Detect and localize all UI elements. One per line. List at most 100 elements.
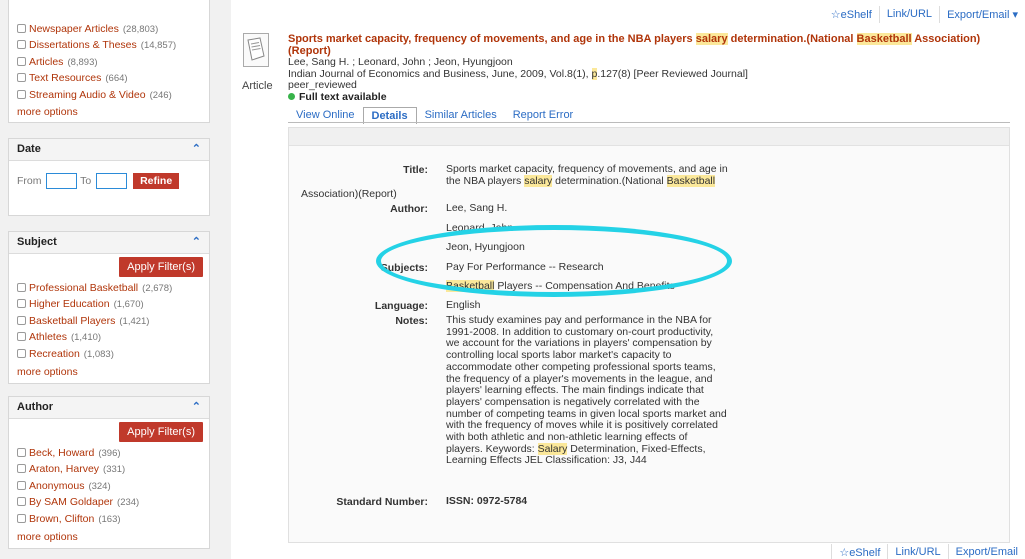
checkbox[interactable] <box>17 40 26 50</box>
subject-link[interactable]: Basketball Players -- Compensation And B… <box>446 280 675 293</box>
subject-more-options[interactable]: more options <box>9 366 209 378</box>
format-item-label[interactable]: Dissertations & Theses <box>29 39 137 51</box>
article-icon <box>243 33 269 67</box>
format-item-count: (8,893) <box>67 56 98 68</box>
author-link[interactable]: Jeon, Hyungjoon <box>446 241 525 254</box>
author-item-label[interactable]: By SAM Goldaper <box>29 496 113 508</box>
subject-item-label[interactable]: Athletes <box>29 331 67 343</box>
details-panel: Title: Sports market capacity, frequency… <box>288 127 1010 543</box>
checkbox[interactable] <box>17 497 26 507</box>
subjects-label: Subjects: <box>380 262 428 274</box>
record-title[interactable]: Sports market capacity, frequency of mov… <box>288 33 1008 57</box>
subject-facet: Subject ⌃ Apply Filter(s) Professional B… <box>8 231 210 384</box>
format-item[interactable]: Newspaper Articles (28,803) <box>9 21 209 37</box>
author-label: Author: <box>390 203 428 215</box>
subject-item[interactable]: Basketball Players (1,421) <box>9 313 209 329</box>
subject-list: Professional Basketball (2,678) Higher Edu… <box>9 280 209 362</box>
author-item-count: (163) <box>98 513 121 525</box>
checkbox[interactable] <box>17 448 26 457</box>
checkbox[interactable] <box>17 24 26 33</box>
subject-item[interactable]: Recreation (1,083) <box>9 346 209 362</box>
checkbox[interactable] <box>17 348 26 358</box>
format-item[interactable]: Articles (8,893) <box>9 54 209 70</box>
eshelf-button[interactable]: ☆eShelf <box>824 6 879 23</box>
subject-item-label[interactable]: Recreation <box>29 348 80 360</box>
checkbox[interactable] <box>17 332 26 342</box>
subject-link[interactable]: Pay For Performance -- Research <box>446 261 604 274</box>
notes-line: This study examines pay and performance … <box>446 314 712 326</box>
subject-item-label[interactable]: Basketball Players <box>29 315 115 327</box>
format-item-label[interactable]: Streaming Audio & Video <box>29 89 146 101</box>
author-item[interactable]: Beck, Howard (396) <box>9 445 209 461</box>
format-item-count: (14,857) <box>140 40 177 52</box>
author-item-count: (234) <box>117 497 140 509</box>
standard-number-label: Standard Number: <box>336 496 428 508</box>
subject-item-count: (1,083) <box>83 348 114 360</box>
chevron-up-icon[interactable]: ⌃ <box>192 142 201 155</box>
checkbox[interactable] <box>17 513 26 523</box>
subject-item[interactable]: Professional Basketball (2,678) <box>9 280 209 296</box>
chevron-up-icon[interactable]: ⌃ <box>192 400 201 413</box>
subject-item[interactable]: Athletes (1,410) <box>9 329 209 345</box>
chevron-up-icon[interactable]: ⌃ <box>192 235 201 248</box>
format-item-label[interactable]: Articles <box>29 56 63 68</box>
author-item-label[interactable]: Brown, Clifton <box>29 513 94 525</box>
eshelf-button[interactable]: ☆eShelf <box>831 544 887 559</box>
author-more-options[interactable]: more options <box>9 531 209 543</box>
format-item[interactable]: Streaming Audio & Video (246) <box>9 87 209 103</box>
author-item-count: (331) <box>103 464 126 476</box>
date-from-input[interactable] <box>46 173 78 189</box>
standard-number-value: ISSN: 0972-5784 <box>446 495 528 507</box>
author-facet: Author ⌃ Apply Filter(s) Beck, Howard (39… <box>8 396 210 549</box>
date-facet-header[interactable]: Date ⌃ <box>9 139 209 161</box>
author-facet-header[interactable]: Author ⌃ <box>9 397 209 419</box>
title-label: Title: <box>403 164 428 176</box>
record-source: Indian Journal of Economics and Business… <box>288 67 748 80</box>
language-value: English <box>446 299 481 311</box>
author-apply-filters-button[interactable]: Apply Filter(s) <box>119 422 203 442</box>
checkbox[interactable] <box>17 73 26 83</box>
export-email-button[interactable]: Export/Email <box>947 544 1025 559</box>
subject-facet-header[interactable]: Subject ⌃ <box>9 232 209 254</box>
author-item-label[interactable]: Beck, Howard <box>29 447 94 459</box>
date-facet: Date ⌃ From To Refine <box>8 138 210 216</box>
format-item[interactable]: Dissertations & Theses (14,857) <box>9 37 209 53</box>
author-item[interactable]: Araton, Harvey (331) <box>9 461 209 477</box>
checkbox[interactable] <box>17 315 26 325</box>
format-item-count: (28,803) <box>122 24 159 35</box>
date-to-input[interactable] <box>96 173 128 189</box>
refine-button[interactable]: Refine <box>133 173 180 189</box>
link-url-button[interactable]: Link/URL <box>878 6 939 23</box>
author-item[interactable]: Brown, Clifton (163) <box>9 511 209 527</box>
notes-line: players' compensation is negatively corr… <box>446 395 700 408</box>
author-item-label[interactable]: Anonymous <box>29 480 84 492</box>
author-link[interactable]: Lee, Sang H. <box>446 202 507 215</box>
checkbox[interactable] <box>17 89 26 99</box>
subject-item-label[interactable]: Higher Education <box>29 298 110 310</box>
checkbox[interactable] <box>17 283 26 292</box>
subject-item-count: (1,421) <box>119 315 150 327</box>
tab-divider <box>288 122 1010 123</box>
checkbox[interactable] <box>17 480 26 490</box>
export-email-dropdown[interactable]: Export/Email ▾ <box>939 6 1025 23</box>
format-item-label[interactable]: Newspaper Articles <box>29 23 119 35</box>
checkbox[interactable] <box>17 56 26 66</box>
subject-item[interactable]: Higher Education (1,670) <box>9 296 209 312</box>
subject-apply-filters-button[interactable]: Apply Filter(s) <box>119 257 203 277</box>
link-url-button[interactable]: Link/URL <box>887 544 947 559</box>
full-text-status: Full text available <box>288 91 1008 104</box>
author-item[interactable]: Anonymous (324) <box>9 478 209 494</box>
checkbox[interactable] <box>17 299 26 309</box>
checkbox[interactable] <box>17 464 26 474</box>
format-item-label[interactable]: Text Resources <box>29 72 101 84</box>
availability-dot-icon <box>288 92 295 100</box>
author-item-label[interactable]: Araton, Harvey <box>29 463 99 475</box>
record-type: Article <box>242 80 273 92</box>
author-link[interactable]: Leonard, John <box>446 222 513 235</box>
document-icon <box>247 37 265 61</box>
subject-item-label[interactable]: Professional Basketball <box>29 282 138 294</box>
format-item[interactable]: Text Resources (664) <box>9 70 209 86</box>
format-more-options[interactable]: more options <box>9 106 209 118</box>
notes-label: Notes: <box>395 315 428 327</box>
author-item[interactable]: By SAM Goldaper (234) <box>9 494 209 510</box>
